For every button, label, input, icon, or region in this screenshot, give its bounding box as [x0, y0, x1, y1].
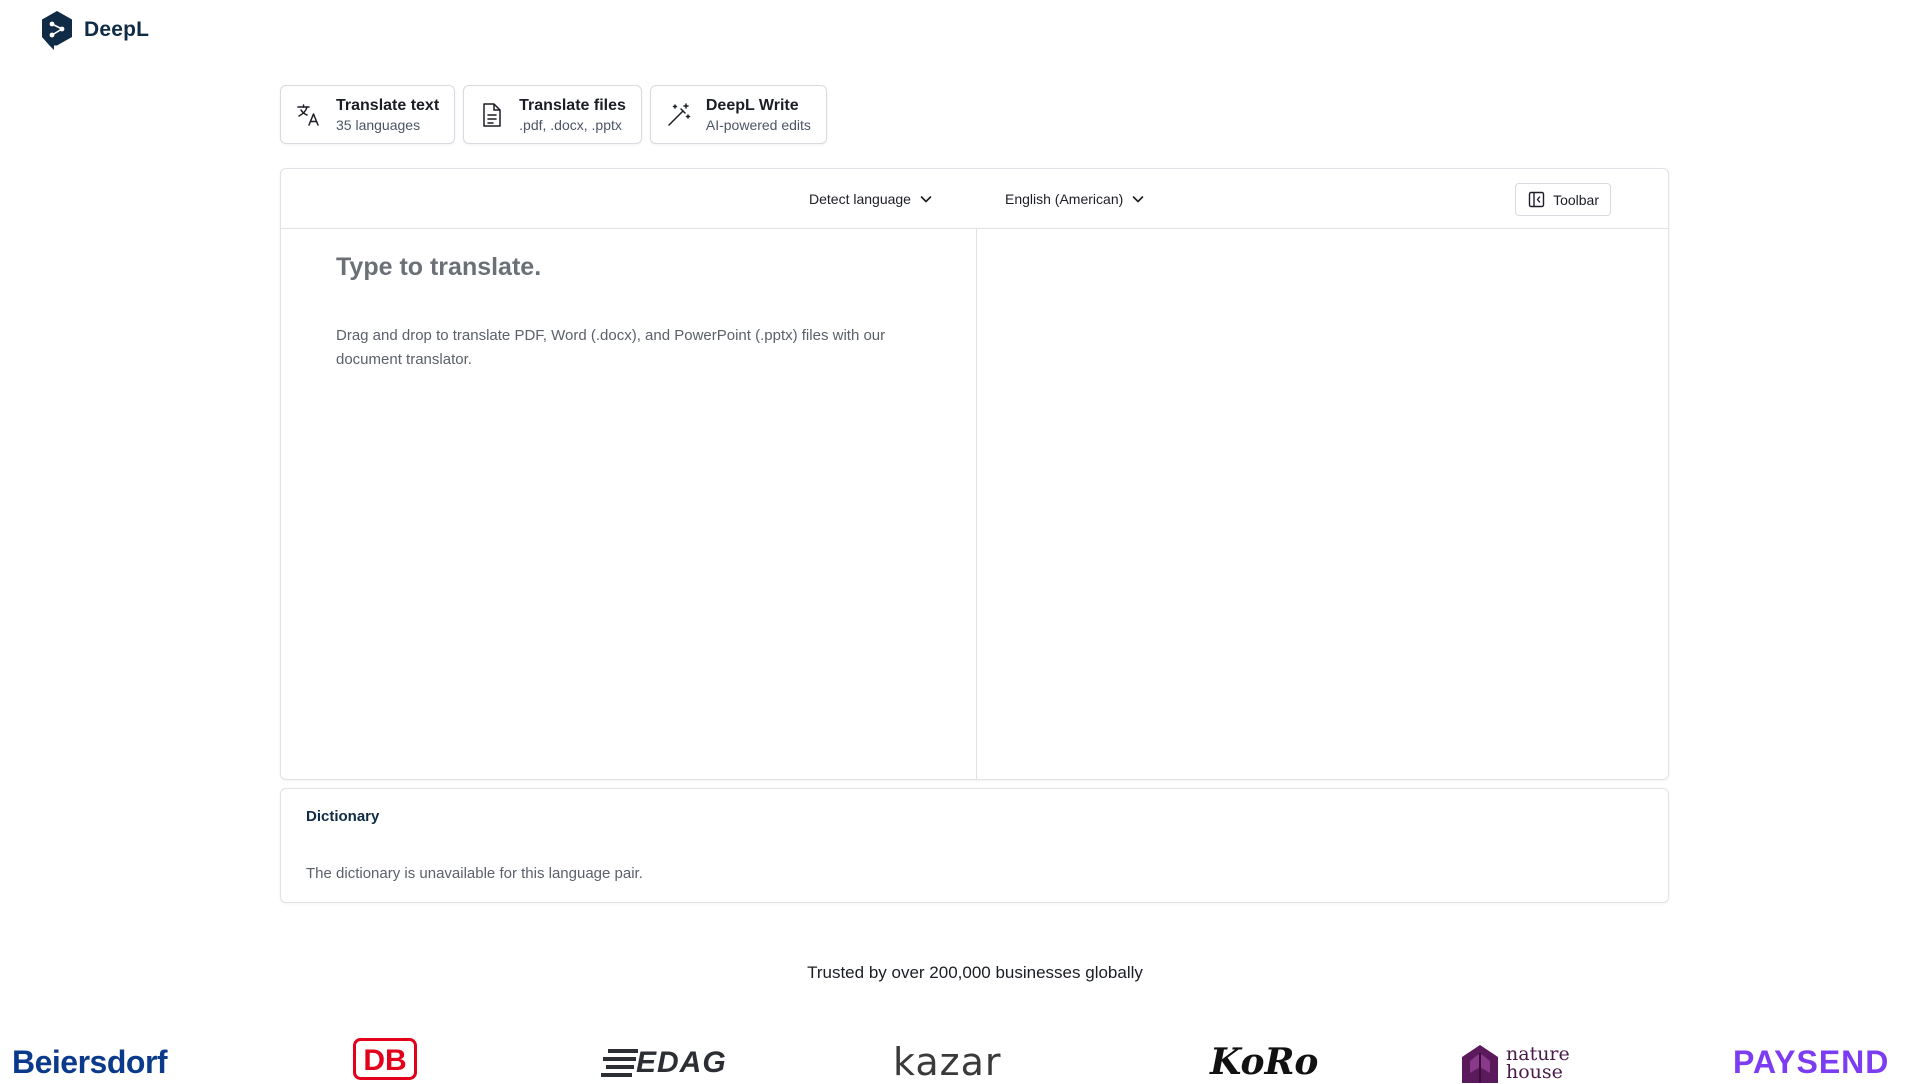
target-language-select[interactable]: English (American) — [1005, 169, 1145, 229]
edag-logo-text: EDAG — [636, 1046, 727, 1079]
tab-title: Translate files — [519, 96, 626, 114]
deepl-logo-icon — [42, 11, 72, 50]
nature-word: nature — [1506, 1042, 1570, 1065]
tab-title: Translate text — [336, 96, 440, 114]
tab-subtitle: .pdf, .docx, .pptx — [519, 116, 622, 133]
koro-logo: KoRo — [1210, 1041, 1319, 1083]
nature-house-logo: nature house — [1460, 1042, 1570, 1083]
toolbar-button[interactable]: Toolbar — [1515, 183, 1611, 216]
db-logo: DB — [353, 1038, 417, 1080]
drag-drop-hint: Drag and drop to translate PDF, Word (.d… — [336, 327, 886, 368]
dictionary-message: The dictionary is unavailable for this l… — [306, 865, 643, 882]
target-language-label: English (American) — [1005, 191, 1124, 207]
magic-wand-icon — [665, 101, 693, 129]
source-text-input[interactable] — [336, 253, 936, 282]
beiersdorf-logo: Beiersdorf — [12, 1044, 168, 1080]
target-pane — [977, 229, 1669, 780]
tab-subtitle: AI-powered edits — [705, 116, 811, 133]
tab-translate-files[interactable]: Translate files .pdf, .docx, .pptx — [463, 85, 642, 144]
tab-title: DeepL Write — [705, 96, 799, 114]
sidebar-toggle-icon — [1528, 191, 1545, 208]
tab-translate-text[interactable]: Translate text 35 languages — [280, 85, 456, 144]
header: DeepL — [0, 0, 1920, 58]
translate-icon — [295, 101, 323, 129]
mode-tabs: Translate text 35 languages Translate fi… — [280, 85, 827, 144]
deepl-logo[interactable]: DeepL — [40, 10, 149, 50]
chevron-down-icon — [1132, 196, 1144, 203]
chevron-down-icon — [920, 196, 932, 203]
tab-subtitle: 35 languages — [336, 116, 421, 133]
edag-logo: EDAG — [600, 1045, 727, 1080]
house-word: house — [1506, 1060, 1563, 1083]
dictionary-panel: Dictionary The dictionary is unavailable… — [280, 788, 1669, 903]
customer-logos: Beiersdorf DB EDAG kazar KoRo nature hou… — [0, 1038, 1920, 1084]
house-icon — [1462, 1044, 1498, 1083]
kazar-logo: kazar — [893, 1040, 1002, 1084]
logo-text: DeepL — [84, 18, 150, 41]
dictionary-title: Dictionary — [306, 808, 380, 825]
tab-deepl-write[interactable]: DeepL Write AI-powered edits — [649, 85, 827, 144]
db-logo-text: DB — [363, 1044, 406, 1077]
toolbar-label: Toolbar — [1553, 191, 1599, 208]
source-language-label: Detect language — [809, 191, 911, 207]
source-pane[interactable]: Drag and drop to translate PDF, Word (.d… — [281, 229, 976, 780]
paysend-logo: PAYSEND — [1733, 1044, 1890, 1080]
source-language-select[interactable]: Detect language — [809, 169, 933, 229]
file-icon — [478, 101, 506, 129]
trusted-text: Trusted by over 200,000 businesses globa… — [807, 963, 1143, 982]
translator-panel: Detect language English (American) Toolb… — [280, 168, 1669, 780]
language-bar: Detect language English (American) Toolb… — [281, 169, 1668, 229]
